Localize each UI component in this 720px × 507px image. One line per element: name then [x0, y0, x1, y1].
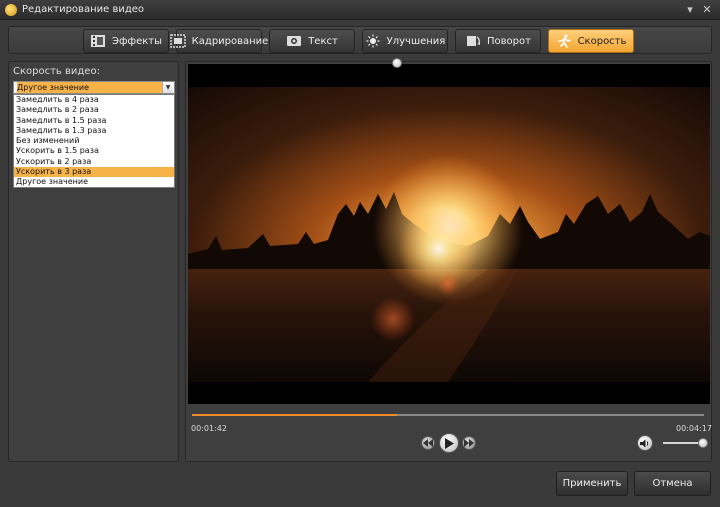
- film-effects-icon: [90, 34, 106, 48]
- progress-knob[interactable]: [391, 58, 402, 68]
- fast-forward-icon: [464, 439, 474, 447]
- current-time: 00:01:42: [191, 424, 227, 433]
- tab-speed[interactable]: Скорость: [548, 29, 634, 53]
- tab-crop[interactable]: Кадрирование: [169, 29, 268, 53]
- tab-text[interactable]: Текст: [269, 29, 355, 53]
- progress-fill: [192, 414, 397, 416]
- volume-knob[interactable]: [698, 438, 708, 448]
- tab-label: Улучшения: [386, 35, 446, 47]
- speed-option[interactable]: Ускорить в 2 раза: [14, 157, 174, 167]
- speed-option[interactable]: Замедлить в 1.5 раза: [14, 116, 174, 126]
- runner-icon: [556, 34, 572, 48]
- speed-settings-panel: Скорость видео: Другое значение ▼ Замедл…: [8, 61, 179, 462]
- sun-icon: [365, 34, 381, 48]
- video-preview-panel: 00:01:42 00:04:17: [185, 58, 712, 462]
- speaker-icon: [640, 439, 649, 447]
- play-button[interactable]: [439, 433, 459, 453]
- speed-option[interactable]: Ускорить в 1.5 раза: [14, 146, 174, 156]
- sunset-video-image: [188, 64, 710, 404]
- speed-option[interactable]: Без изменений: [14, 136, 174, 146]
- speed-option[interactable]: Замедлить в 4 раза: [14, 95, 174, 105]
- volume-fill: [663, 442, 703, 444]
- speed-select[interactable]: Другое значение ▼: [13, 81, 175, 94]
- speed-option[interactable]: Замедлить в 2 раза: [14, 105, 174, 115]
- text-camera-icon: [286, 34, 302, 48]
- tab-rotate[interactable]: Поворот: [455, 29, 541, 53]
- cancel-button[interactable]: Отмена: [634, 471, 711, 496]
- play-icon: [445, 437, 454, 449]
- volume-slider[interactable]: [663, 442, 703, 444]
- rotate-icon: [465, 34, 481, 48]
- total-time: 00:04:17: [676, 424, 712, 433]
- progress-bar[interactable]: [192, 414, 704, 416]
- video-frame: [188, 64, 710, 404]
- tab-label: Скорость: [577, 35, 627, 47]
- tab-bar: Эффекты Кадрирование Текст Улучшения Пов…: [8, 26, 712, 54]
- rewind-icon: [423, 439, 433, 447]
- fast-forward-button[interactable]: [462, 436, 476, 450]
- tab-label: Кадрирование: [191, 35, 269, 47]
- tab-enhance[interactable]: Улучшения: [362, 29, 448, 53]
- speed-option[interactable]: Другое значение: [14, 177, 174, 187]
- app-logo-icon: [5, 4, 17, 16]
- volume-button[interactable]: [637, 435, 653, 451]
- speed-dropdown-list: Замедлить в 4 раза Замедлить в 2 раза За…: [13, 94, 175, 188]
- rewind-button[interactable]: [421, 436, 435, 450]
- speed-option-highlighted[interactable]: Ускорить в 3 раза: [14, 167, 174, 178]
- apply-button[interactable]: Применить: [556, 471, 628, 496]
- tab-label: Эффекты: [112, 35, 162, 47]
- tab-label: Текст: [308, 35, 338, 47]
- tab-label: Поворот: [487, 35, 531, 47]
- minimize-button[interactable]: ▾: [683, 3, 697, 17]
- tab-effects[interactable]: Эффекты: [83, 29, 169, 53]
- crop-frame-icon: [169, 34, 186, 48]
- title-bar: Редактирование видео ▾ ✕: [0, 0, 720, 20]
- close-button[interactable]: ✕: [700, 3, 714, 17]
- window-title: Редактирование видео: [22, 4, 145, 15]
- speed-option[interactable]: Замедлить в 1.3 раза: [14, 126, 174, 136]
- chevron-down-icon[interactable]: ▼: [162, 82, 173, 93]
- speed-label: Скорость видео:: [13, 66, 100, 77]
- speed-select-value: Другое значение: [17, 82, 165, 93]
